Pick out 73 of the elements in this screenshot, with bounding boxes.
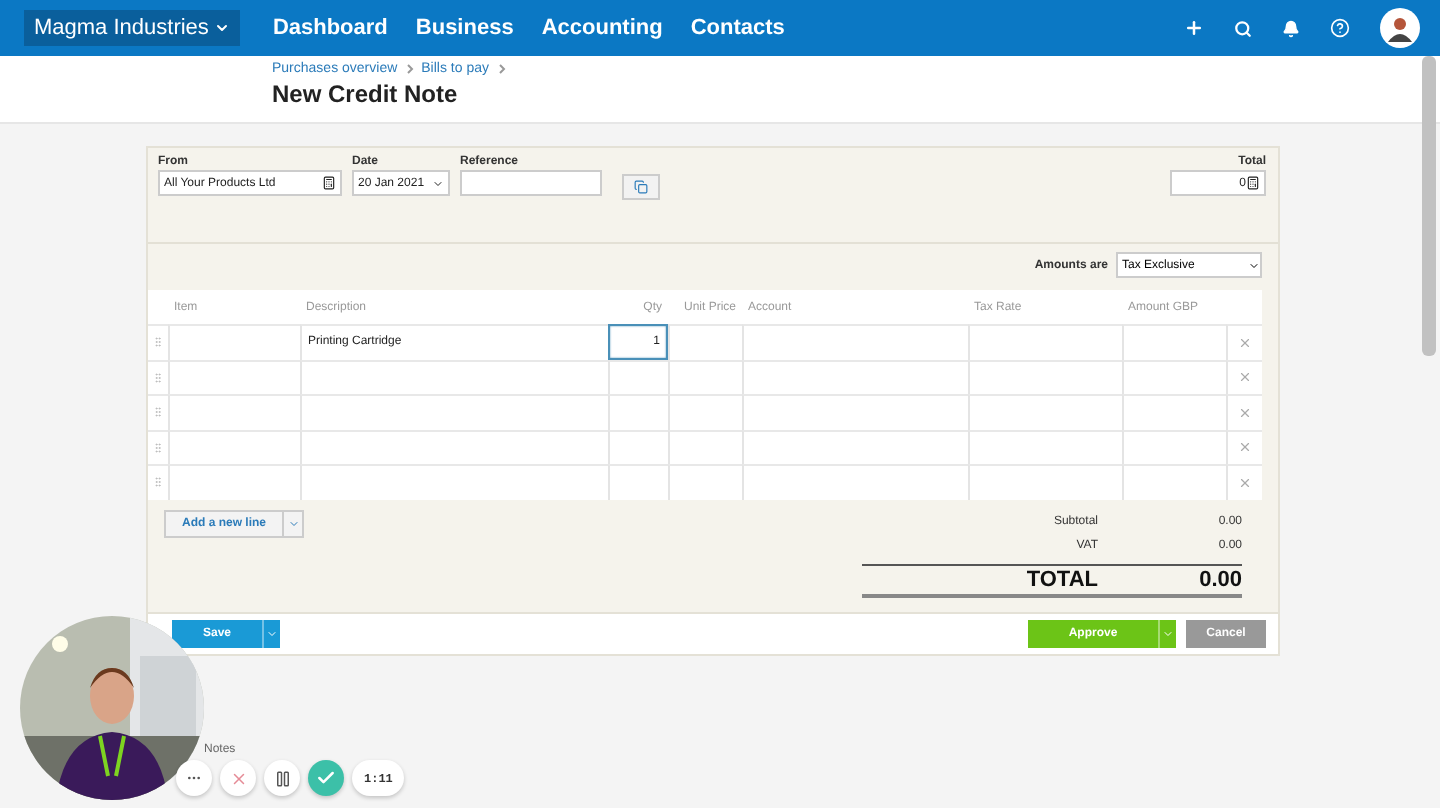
breadcrumb-separator-icon: [405, 64, 414, 74]
breadcrumb-separator-icon: [497, 64, 505, 74]
unit-price-cell[interactable]: [668, 464, 742, 499]
calculator-icon[interactable]: [1246, 176, 1260, 190]
nav-link[interactable]: Dashboard: [272, 16, 388, 40]
item-cell[interactable]: [168, 464, 300, 499]
account-cell[interactable]: [742, 429, 968, 464]
nav-link[interactable]: Accounting: [541, 16, 663, 40]
tax-rate-cell[interactable]: [968, 464, 1122, 499]
nav-link[interactable]: Business: [415, 16, 514, 40]
unit-price-cell[interactable]: [668, 429, 742, 464]
account-cell[interactable]: [742, 464, 968, 499]
item-cell[interactable]: [168, 394, 300, 429]
delete-icon[interactable]: [1238, 370, 1252, 385]
nav-link[interactable]: Contacts: [690, 16, 785, 40]
copy-button[interactable]: [622, 174, 660, 200]
organisation-menu[interactable]: Magma Industries: [24, 10, 241, 46]
pause-icon: [273, 769, 291, 787]
notifications-icon[interactable]: [1282, 19, 1300, 37]
qty-cell[interactable]: [608, 394, 668, 429]
item-cell[interactable]: [168, 359, 300, 394]
grand-total-label: TOTAL: [1024, 567, 1098, 591]
description-cell[interactable]: [300, 359, 608, 394]
close-icon: [229, 769, 247, 787]
approve-menu-button[interactable]: [1158, 619, 1176, 647]
qty-cell[interactable]: [608, 429, 668, 464]
amount-cell[interactable]: [1122, 394, 1226, 429]
caret-icon: [287, 517, 300, 529]
caret-icon: [1248, 259, 1260, 271]
delete-icon[interactable]: [1238, 440, 1252, 455]
tax-rate-cell[interactable]: [968, 394, 1122, 429]
help-icon[interactable]: [1330, 18, 1350, 38]
item-cell[interactable]: [168, 324, 300, 359]
delete-icon[interactable]: [1238, 335, 1252, 350]
search-icon[interactable]: [1234, 19, 1252, 37]
copy-icon: [634, 180, 648, 194]
more-button[interactable]: [176, 760, 212, 796]
description-cell[interactable]: [300, 464, 608, 499]
delete-icon[interactable]: [1238, 405, 1252, 420]
qty-cell[interactable]: [608, 464, 668, 499]
amount-cell[interactable]: [1122, 429, 1226, 464]
amount-cell[interactable]: [1122, 464, 1226, 499]
tax-rate-cell[interactable]: [968, 359, 1122, 394]
add-line-menu-button[interactable]: [284, 509, 305, 537]
tax-rate-cell[interactable]: [968, 429, 1122, 464]
account-cell[interactable]: [742, 359, 968, 394]
add-icon[interactable]: [1184, 18, 1204, 38]
account-cell[interactable]: [742, 324, 968, 359]
unit-price-cell[interactable]: [668, 324, 742, 359]
save-menu-button[interactable]: [262, 619, 280, 647]
caret-icon: [266, 627, 278, 639]
amount-cell[interactable]: [1122, 324, 1226, 359]
calculator-icon[interactable]: [322, 176, 336, 190]
qty-cell[interactable]: [608, 359, 668, 394]
page-title: New Credit Note: [272, 80, 460, 108]
caret-icon[interactable]: [432, 177, 444, 189]
grand-total-value: 0.00: [1199, 567, 1242, 591]
unit-price-cell[interactable]: [668, 394, 742, 429]
item-cell[interactable]: [168, 429, 300, 464]
reference-field[interactable]: [460, 170, 602, 196]
check-icon: [316, 768, 336, 788]
unit-price-cell[interactable]: [668, 359, 742, 394]
tax-rate-cell[interactable]: [968, 324, 1122, 359]
pause-button[interactable]: [264, 760, 300, 796]
delete-icon[interactable]: [1238, 475, 1252, 490]
description-cell[interactable]: [300, 429, 608, 464]
account-cell[interactable]: [742, 394, 968, 429]
description-cell[interactable]: [300, 394, 608, 429]
caret-icon: [1162, 627, 1174, 639]
amount-cell[interactable]: [1122, 359, 1226, 394]
avatar[interactable]: [1380, 8, 1420, 48]
caret-icon: [214, 20, 231, 36]
scrollbar[interactable]: [1422, 56, 1436, 356]
